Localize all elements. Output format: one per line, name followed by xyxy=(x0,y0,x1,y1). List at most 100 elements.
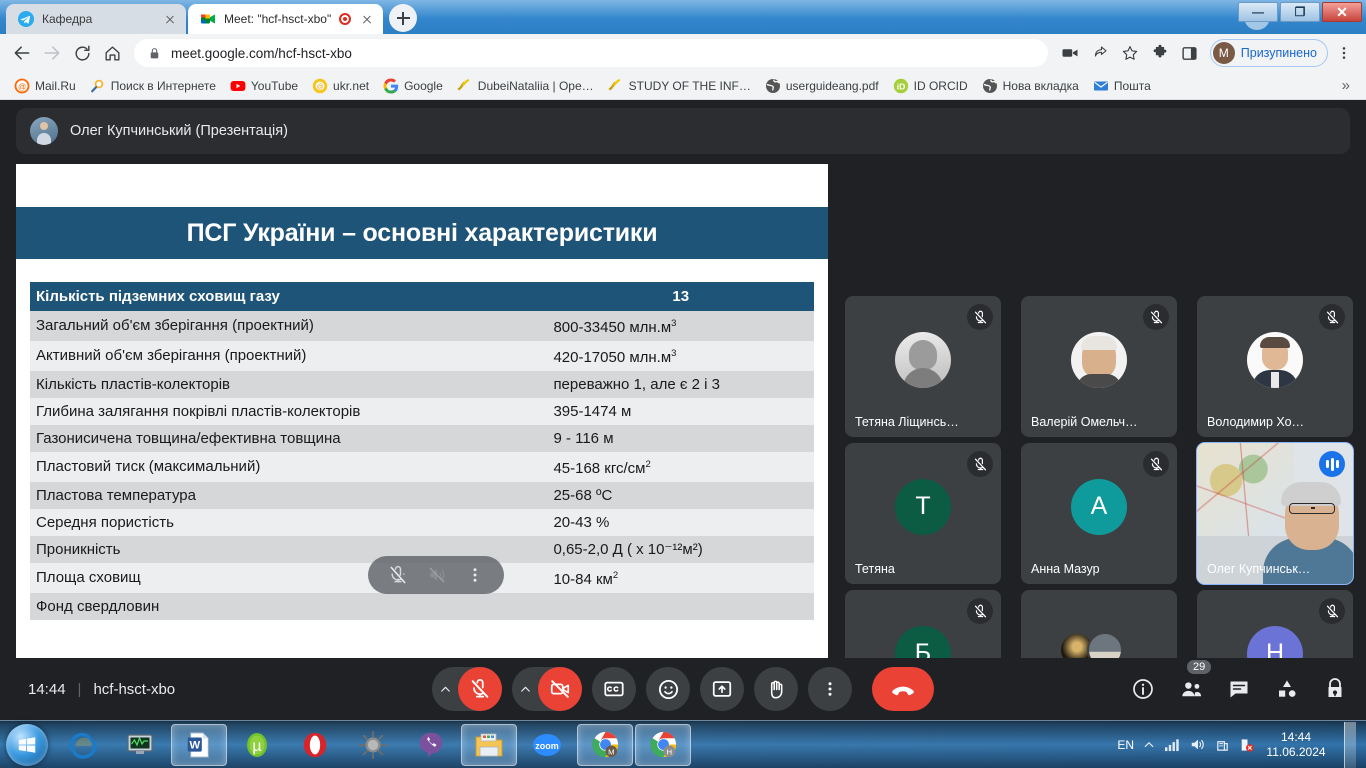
bookmark-youtube[interactable]: YouTube xyxy=(224,75,304,97)
tab-kafedra[interactable]: Кафедра xyxy=(6,4,186,34)
participant-name: Тетяна Ліщинсь… xyxy=(855,415,959,429)
bookmark-id-orcid[interactable]: iD ID ORCID xyxy=(887,75,974,97)
present-screen-button[interactable] xyxy=(700,667,744,711)
taskbar-chrome-window-1[interactable]: M xyxy=(577,723,633,766)
captions-button[interactable] xyxy=(592,667,636,711)
volume-icon[interactable] xyxy=(1190,737,1206,752)
side-panel-button[interactable] xyxy=(1176,39,1204,67)
start-button[interactable] xyxy=(0,722,54,768)
chat-icon xyxy=(1230,681,1248,698)
bookmark-nova-vkladka[interactable]: Нова вкладка xyxy=(976,75,1085,97)
screen-share-indicator-button[interactable] xyxy=(1056,39,1084,67)
maximize-button[interactable]: ❐ xyxy=(1280,2,1320,22)
shared-screen-stage[interactable]: ПСГ України – основні характеристики Кіл… xyxy=(16,164,828,720)
taskbar-chrome-window-2[interactable]: H xyxy=(635,723,691,766)
taskbar-utorrent[interactable]: µ xyxy=(229,724,285,766)
microphone-toggle-button[interactable] xyxy=(458,667,502,711)
emoji-icon xyxy=(658,679,678,699)
taskbar-viber[interactable] xyxy=(403,724,459,766)
bookmark-dubeinataliia[interactable]: DubeiNataliia | Ope… xyxy=(451,75,600,97)
close-icon[interactable] xyxy=(162,11,178,27)
speaker-off-icon[interactable] xyxy=(427,565,447,585)
show-desktop-button[interactable] xyxy=(1344,721,1356,768)
mic-off-icon[interactable] xyxy=(388,565,408,585)
bookmark-search[interactable]: Поиск в Интернете xyxy=(84,75,222,97)
browser-toolbar: meet.google.com/hcf-hsct-xbo M Призупине… xyxy=(0,34,1366,72)
chat-button[interactable] xyxy=(1226,676,1252,702)
camera-toggle-button[interactable] xyxy=(538,667,582,711)
forward-button[interactable] xyxy=(38,39,66,67)
raise-hand-button[interactable] xyxy=(754,667,798,711)
presenter-avatar xyxy=(30,117,58,145)
home-button[interactable] xyxy=(98,39,126,67)
bookmark-poshta[interactable]: Пошта xyxy=(1087,75,1157,97)
participant-tile-anna-mazur[interactable]: А Анна Мазур xyxy=(1021,443,1177,584)
mic-off-glyph xyxy=(1150,457,1162,470)
svg-text:@: @ xyxy=(316,83,323,90)
participant-tile-tetyana[interactable]: Т Тетяна xyxy=(845,443,1001,584)
chrome-menu-button[interactable] xyxy=(1330,39,1358,67)
network-icon[interactable] xyxy=(1164,737,1181,752)
participant-tile-oleg-kupchynskyi[interactable]: Олег Купчинськ… xyxy=(1196,442,1354,585)
taskbar-clock[interactable]: 14:44 11.06.2024 xyxy=(1263,730,1329,760)
tab-title: Meet: "hcf-hsct-xbo" xyxy=(224,12,332,26)
back-button[interactable] xyxy=(8,39,36,67)
camera-options-button[interactable] xyxy=(512,667,538,711)
bookmark-mailru[interactable]: @ Mail.Ru xyxy=(8,75,82,97)
tab-meet[interactable]: Meet: "hcf-hsct-xbo" xyxy=(188,4,384,34)
bookmark-label: Google xyxy=(404,78,443,93)
table-row: Активний об'єм зберігання (проектний) 42… xyxy=(30,341,814,371)
language-indicator[interactable]: EN xyxy=(1117,738,1134,752)
shared-screen-hover-controls[interactable] xyxy=(368,556,504,594)
row-value: 800-33450 млн.м3 xyxy=(547,311,814,341)
bookmark-star-button[interactable] xyxy=(1116,39,1144,67)
close-button[interactable]: ✕ xyxy=(1322,2,1362,22)
new-tab-button[interactable] xyxy=(389,4,418,32)
more-vert-icon[interactable] xyxy=(466,566,484,584)
minimize-button[interactable]: — xyxy=(1238,2,1278,22)
participants-button[interactable]: 29 xyxy=(1178,660,1212,702)
utorrent-icon: µ xyxy=(247,732,267,757)
share-button[interactable] xyxy=(1086,39,1114,67)
bookmarks-overflow-button[interactable]: » xyxy=(1334,77,1358,94)
meeting-details-button[interactable] xyxy=(1130,676,1156,702)
taskbar-internet-explorer[interactable] xyxy=(55,724,111,766)
taskbar-task-manager[interactable] xyxy=(113,724,169,766)
action-center-icon[interactable] xyxy=(1215,737,1230,753)
taskbar-zoom[interactable]: zoom xyxy=(519,724,575,766)
row-value: 395-1474 м xyxy=(547,398,814,425)
show-hidden-icon[interactable] xyxy=(1143,739,1155,751)
reactions-button[interactable] xyxy=(646,667,690,711)
bookmarks-bar: @ Mail.Ru Поиск в Интернете YouTube @ uk… xyxy=(0,72,1366,100)
bookmark-userguideang-pdf[interactable]: userguideang.pdf xyxy=(759,75,885,97)
puzzle-icon xyxy=(1153,44,1167,58)
participant-tile-tetyana-lishchynska[interactable]: Тетяна Ліщинсь… xyxy=(845,296,1001,437)
taskbar-file-explorer[interactable] xyxy=(461,723,517,766)
viber-icon xyxy=(419,732,443,758)
reload-button[interactable] xyxy=(68,39,96,67)
activities-button[interactable] xyxy=(1274,676,1300,702)
security-alert-icon[interactable] xyxy=(1239,737,1254,753)
address-bar-url: meet.google.com/hcf-hsct-xbo xyxy=(171,45,352,61)
bookmark-ukrnet[interactable]: @ ukr.net xyxy=(306,75,375,97)
host-controls-button[interactable] xyxy=(1322,676,1348,702)
taskbar-microsoft-word[interactable]: W xyxy=(171,723,227,766)
bookmark-study-of-the-inf[interactable]: STUDY OF THE INF… xyxy=(602,75,757,97)
participant-tile-valerii-omelchenko[interactable]: Валерій Омельч… xyxy=(1021,296,1177,437)
participant-tile-volodymyr-kho[interactable]: Володимир Хо… xyxy=(1197,296,1353,437)
taskbar-antivirus[interactable] xyxy=(345,724,401,766)
hand-icon xyxy=(770,680,782,699)
row-key: Глибина залягання покрівлі пластів-колек… xyxy=(30,398,548,425)
more-options-button[interactable] xyxy=(808,667,852,711)
taskbar-opera[interactable] xyxy=(287,724,343,766)
microphone-options-button[interactable] xyxy=(432,667,458,711)
extensions-button[interactable] xyxy=(1146,39,1174,67)
recording-indicator-icon[interactable] xyxy=(339,13,352,25)
close-icon[interactable] xyxy=(359,11,375,27)
profile-button[interactable]: M Призупинено xyxy=(1209,39,1328,67)
telegram-icon xyxy=(18,11,34,27)
bookmark-google[interactable]: Google xyxy=(377,75,449,97)
leave-call-button[interactable] xyxy=(872,667,934,711)
address-bar[interactable]: meet.google.com/hcf-hsct-xbo xyxy=(134,39,1048,67)
bookmark-label: Нова вкладка xyxy=(1002,78,1079,93)
